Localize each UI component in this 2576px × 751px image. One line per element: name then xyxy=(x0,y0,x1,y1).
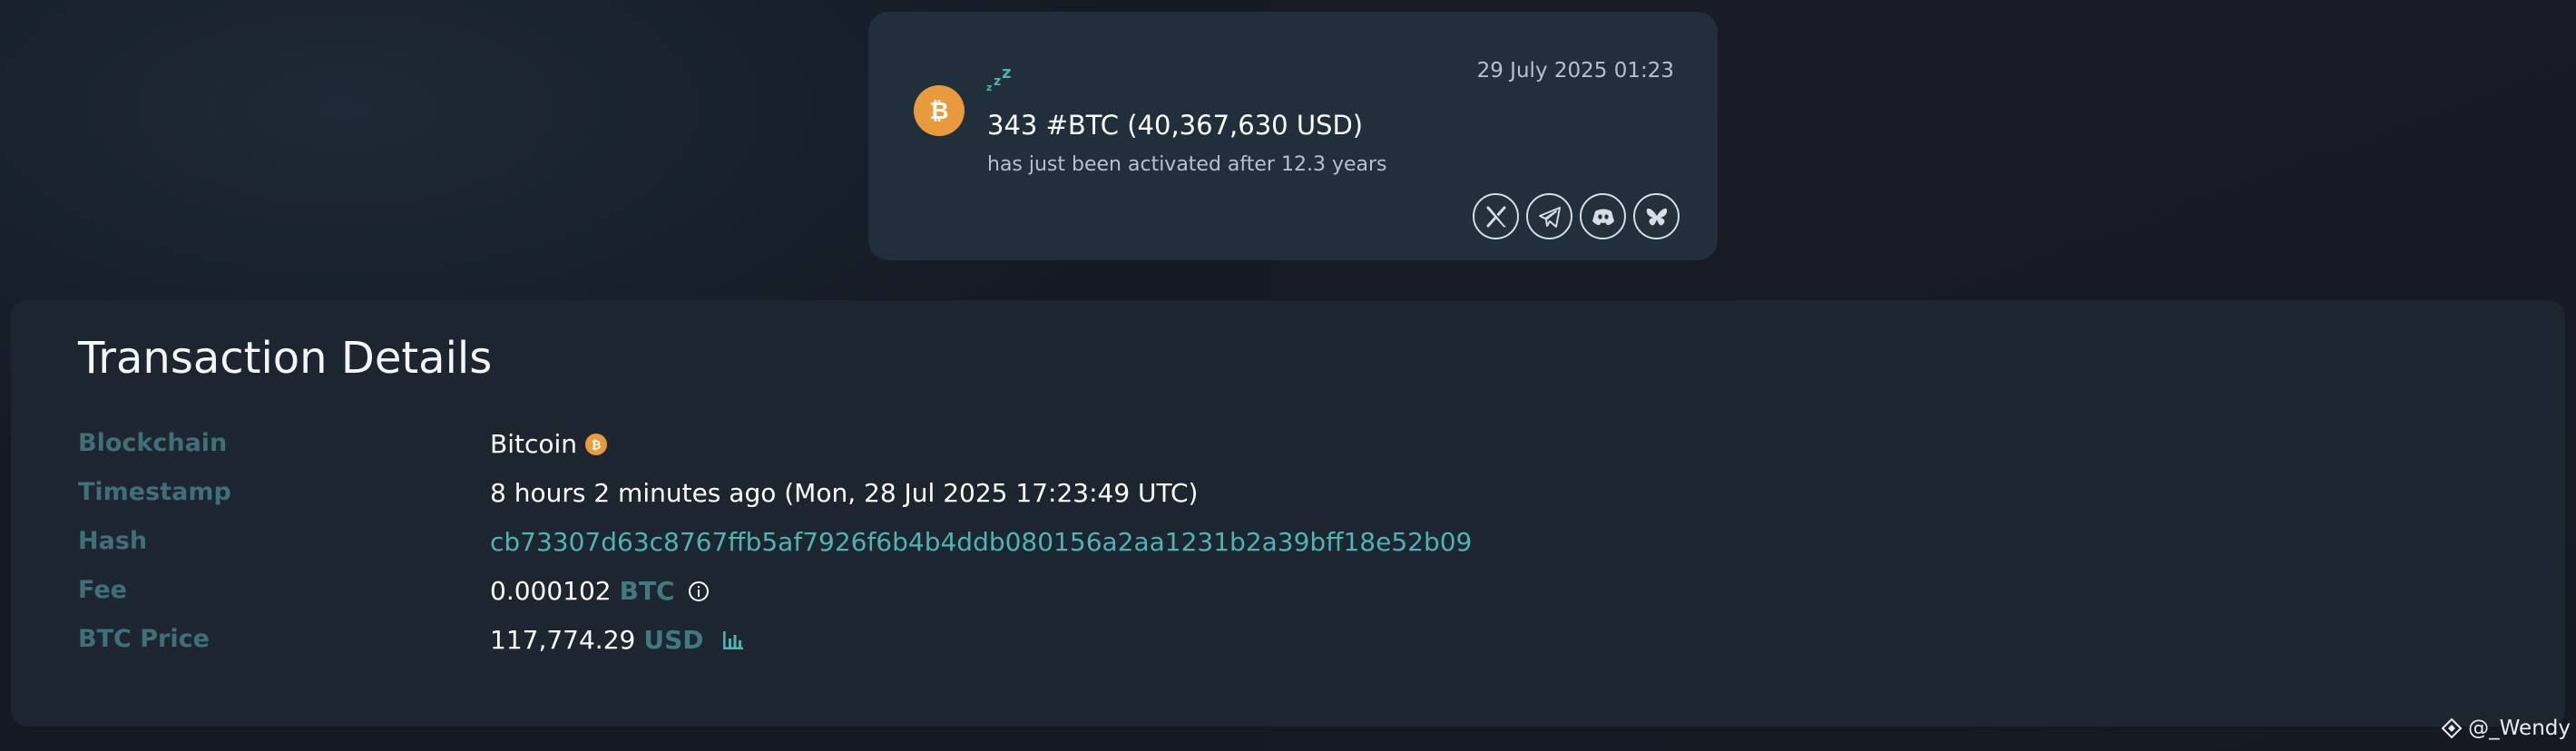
timestamp-label: Timestamp xyxy=(78,478,231,506)
fee-unit: BTC xyxy=(619,576,675,606)
svg-text:₿: ₿ xyxy=(929,98,948,125)
x-icon xyxy=(1486,206,1505,227)
fee-value: 0.000102 BTC xyxy=(490,576,710,606)
svg-text:z: z xyxy=(994,74,1001,89)
bitcoin-icon: ₿ xyxy=(914,85,965,136)
telegram-icon xyxy=(1538,206,1561,228)
binance-icon xyxy=(2441,717,2463,739)
bluesky-icon xyxy=(1646,208,1667,225)
page-title: Transaction Details xyxy=(78,333,493,384)
hash-label: Hash xyxy=(78,527,148,555)
svg-text:z: z xyxy=(1002,63,1011,83)
telegram-share-button[interactable] xyxy=(1526,193,1572,239)
svg-text:z: z xyxy=(986,82,992,93)
hash-link[interactable]: cb73307d63c8767ffb5af7926f6b4b4ddb080156… xyxy=(490,527,1472,557)
timestamp-value: 8 hours 2 minutes ago (Mon, 28 Jul 2025 … xyxy=(490,478,1199,508)
bitcoin-icon: ₿ xyxy=(585,433,608,455)
info-icon[interactable] xyxy=(688,580,710,602)
watermark-text: @_Wendy xyxy=(2468,717,2571,740)
blockchain-value: Bitcoin ₿ xyxy=(490,429,608,459)
alert-title: 343 #BTC (40,367,630 USD) xyxy=(987,110,1364,141)
svg-text:₿: ₿ xyxy=(592,439,602,452)
whale-alert-card: ₿ z z z 29 July 2025 01:23 343 #BTC (40,… xyxy=(868,12,1718,260)
x-share-button[interactable] xyxy=(1473,193,1519,239)
price-amount: 117,774.29 xyxy=(490,625,636,655)
btc-price-value: 117,774.29 USD xyxy=(490,625,745,655)
blockchain-label: Blockchain xyxy=(78,429,228,457)
discord-icon xyxy=(1592,209,1614,225)
discord-share-button[interactable] xyxy=(1580,193,1626,239)
alert-date: 29 July 2025 01:23 xyxy=(1476,59,1674,83)
share-buttons xyxy=(1473,193,1680,239)
alert-subtitle: has just been activated after 12.3 years xyxy=(987,153,1387,176)
hash-value: cb73307d63c8767ffb5af7926f6b4b4ddb080156… xyxy=(490,527,1472,557)
transaction-details-panel: Transaction Details Blockchain Bitcoin ₿… xyxy=(11,300,2565,727)
bluesky-share-button[interactable] xyxy=(1633,193,1680,239)
blockchain-name: Bitcoin xyxy=(490,429,578,459)
fee-amount: 0.000102 xyxy=(490,576,612,606)
watermark: @_Wendy xyxy=(2441,717,2571,740)
chart-icon[interactable] xyxy=(721,629,745,651)
fee-label: Fee xyxy=(78,576,127,604)
btc-price-label: BTC Price xyxy=(78,625,210,653)
sleep-icon: z z z xyxy=(986,57,1017,93)
price-unit: USD xyxy=(643,625,704,655)
